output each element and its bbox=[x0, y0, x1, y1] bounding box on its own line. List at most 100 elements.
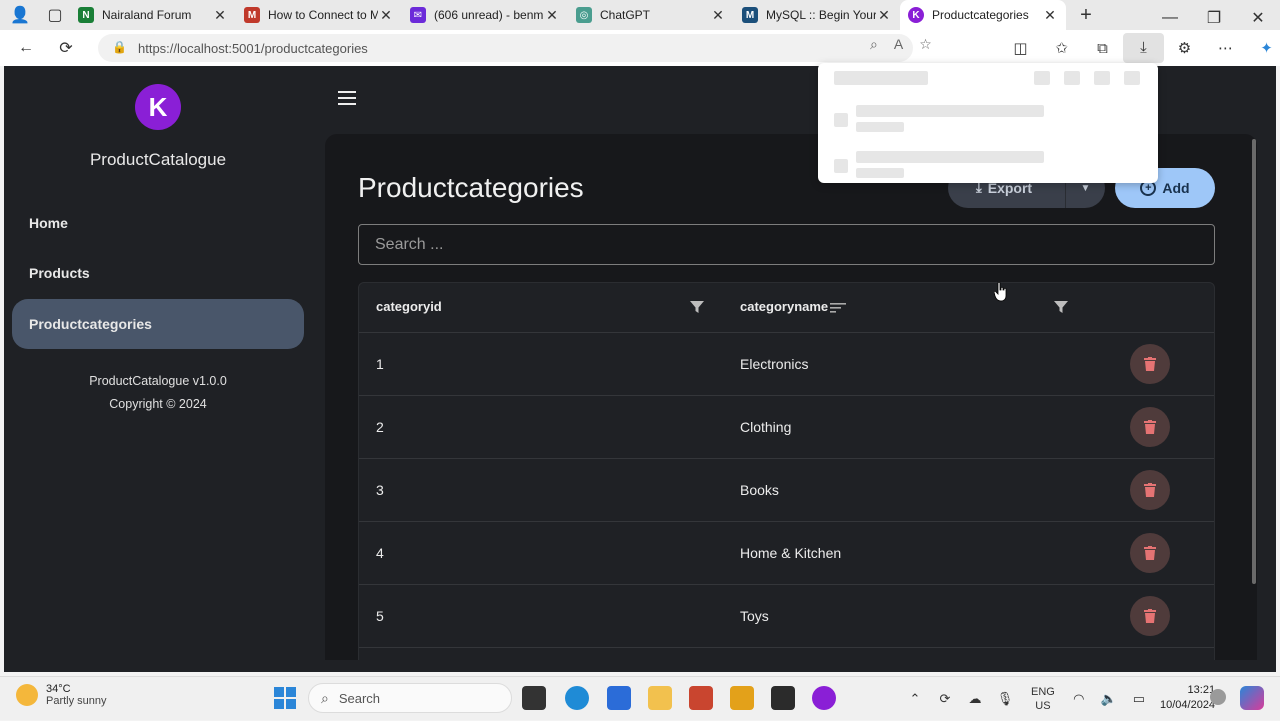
sidebar-item-productcategories[interactable]: Productcategories bbox=[12, 299, 304, 349]
copilot-icon[interactable]: ✦ bbox=[1246, 39, 1280, 57]
browser-tab[interactable]: M MySQL :: Begin Your ✕ bbox=[734, 0, 900, 30]
sublime-text-icon[interactable] bbox=[730, 686, 754, 710]
browser-tab[interactable]: ✉ (606 unread) - benm ✕ bbox=[402, 0, 568, 30]
favorite-star-icon[interactable]: ☆ bbox=[919, 36, 932, 53]
copilot-taskbar-icon[interactable] bbox=[1240, 686, 1264, 710]
page-title: Productcategories bbox=[358, 172, 584, 203]
skeleton-bar bbox=[1094, 71, 1110, 85]
column-header-label: categoryname bbox=[740, 299, 829, 314]
volume-icon[interactable]: 🔈 bbox=[1099, 691, 1119, 707]
tab-title: ChatGPT bbox=[600, 8, 651, 22]
nairaland-favicon-icon: N bbox=[78, 7, 94, 23]
new-tab-icon[interactable]: + bbox=[1066, 0, 1106, 33]
table-row: 5 Toys bbox=[359, 585, 1214, 648]
sort-icon[interactable] bbox=[830, 302, 847, 314]
browser-tabstrip: 👤 ▢ N Nairaland Forum ✕ M How to Connect… bbox=[0, 0, 1280, 30]
close-tab-icon[interactable]: ✕ bbox=[544, 7, 560, 24]
terminal-icon[interactable] bbox=[771, 686, 795, 710]
powerpoint-icon[interactable] bbox=[689, 686, 713, 710]
favorites-icon[interactable]: ✩ bbox=[1041, 39, 1082, 57]
tab-actions-icon[interactable]: ▢ bbox=[40, 0, 70, 33]
close-tab-icon[interactable]: ✕ bbox=[1042, 7, 1058, 24]
trash-icon bbox=[1144, 357, 1156, 371]
main-content: Productcategories ⤓ Export ▼ + Add categ… bbox=[325, 134, 1257, 660]
windows-taskbar: 34°C Partly sunny ⌕ Search ⌃ ⟳ ☁ 🎙 ENG U… bbox=[0, 676, 1280, 720]
downloads-icon[interactable]: ⤓ bbox=[1123, 33, 1164, 63]
trash-icon bbox=[1144, 546, 1156, 560]
profile-icon[interactable]: 👤 bbox=[0, 0, 40, 33]
sidebar-item-label: Productcategories bbox=[29, 316, 152, 332]
clock[interactable]: 13:21 10/04/2024 bbox=[1160, 683, 1215, 713]
battery-icon[interactable]: ▭ bbox=[1129, 691, 1149, 707]
table-row: 2 Clothing bbox=[359, 396, 1214, 459]
table-row: 4 Home & Kitchen bbox=[359, 522, 1214, 585]
skeleton-bar bbox=[856, 151, 1044, 163]
browser-tab-active[interactable]: K Productcategories ✕ bbox=[900, 0, 1066, 30]
windows-start-icon[interactable] bbox=[274, 687, 296, 709]
wifi-icon[interactable]: ◠ bbox=[1069, 691, 1089, 707]
close-tab-icon[interactable]: ✕ bbox=[710, 7, 726, 24]
delete-button[interactable] bbox=[1130, 533, 1170, 573]
filter-icon[interactable] bbox=[690, 300, 704, 314]
refresh-icon[interactable]: ⟳ bbox=[46, 30, 86, 66]
microphone-icon[interactable]: 🎙 bbox=[995, 691, 1015, 707]
skeleton-bar bbox=[856, 168, 904, 178]
column-header-categoryid[interactable]: categoryid bbox=[376, 299, 442, 314]
taskbar-search-label: Search bbox=[338, 690, 381, 706]
more-menu-icon[interactable]: ⋯ bbox=[1205, 39, 1246, 57]
settings-gear-icon[interactable] bbox=[1210, 689, 1226, 705]
taskbar-search[interactable]: ⌕ Search bbox=[308, 683, 512, 713]
onedrive-icon[interactable]: ☁ bbox=[965, 691, 985, 707]
mail-favicon-icon: ✉ bbox=[410, 7, 426, 23]
chevron-up-icon[interactable]: ⌃ bbox=[905, 691, 925, 707]
collections-icon[interactable]: ⧉ bbox=[1082, 40, 1123, 57]
delete-button[interactable] bbox=[1130, 596, 1170, 636]
sidebar-item-home[interactable]: Home bbox=[12, 198, 304, 248]
tab-title: Nairaland Forum bbox=[102, 8, 192, 22]
search-input[interactable] bbox=[358, 224, 1215, 265]
cell-categoryid: 1 bbox=[376, 356, 384, 372]
delete-button[interactable] bbox=[1130, 470, 1170, 510]
cell-categoryname: Toys bbox=[740, 608, 769, 624]
sidebar-item-products[interactable]: Products bbox=[12, 248, 304, 298]
close-tab-icon[interactable]: ✕ bbox=[378, 7, 394, 24]
column-header-categoryname[interactable]: categoryname bbox=[740, 299, 847, 314]
read-aloud-icon[interactable]: A bbox=[894, 36, 903, 53]
close-tab-icon[interactable]: ✕ bbox=[876, 7, 892, 24]
skeleton-bar bbox=[834, 71, 928, 85]
weather-widget[interactable]: 34°C Partly sunny bbox=[16, 683, 107, 707]
delete-button[interactable] bbox=[1130, 344, 1170, 384]
browser-tab[interactable]: ◎ ChatGPT ✕ bbox=[568, 0, 734, 30]
app-taskbar-icon[interactable] bbox=[812, 686, 836, 710]
skeleton-bar bbox=[834, 159, 848, 173]
tab-title: MySQL :: Begin Your bbox=[766, 8, 876, 22]
export-dropdown-icon[interactable]: ▼ bbox=[1066, 183, 1105, 194]
filter-icon[interactable] bbox=[1054, 300, 1068, 314]
edge-browser-icon[interactable] bbox=[565, 686, 589, 710]
data-grid: categoryid categoryname 1 Electronics 2 … bbox=[358, 282, 1215, 660]
time-text: 13:21 bbox=[1187, 684, 1216, 696]
app-name: ProductCatalogue bbox=[89, 150, 227, 169]
lang-code: ENG bbox=[1031, 686, 1055, 698]
page-scrollbar[interactable] bbox=[1252, 139, 1256, 584]
hand-cursor-icon bbox=[993, 281, 1008, 307]
sync-icon[interactable]: ⟳ bbox=[935, 691, 955, 707]
language-indicator[interactable]: ENG US bbox=[1031, 685, 1055, 713]
trash-icon bbox=[1144, 609, 1156, 623]
back-icon[interactable]: ← bbox=[6, 30, 46, 66]
close-tab-icon[interactable]: ✕ bbox=[212, 7, 228, 24]
split-screen-icon[interactable]: ◫ bbox=[1000, 39, 1041, 57]
store-icon[interactable] bbox=[607, 686, 631, 710]
file-explorer-icon[interactable] bbox=[648, 686, 672, 710]
menu-toggle-icon[interactable] bbox=[338, 90, 356, 108]
task-view-icon[interactable] bbox=[522, 686, 546, 710]
zoom-icon[interactable]: ⌕ bbox=[870, 36, 878, 53]
mysql-favicon-icon: M bbox=[742, 7, 758, 23]
browser-tab[interactable]: N Nairaland Forum ✕ bbox=[70, 0, 236, 30]
url-field[interactable]: 🔒 https://localhost:5001/productcategori… bbox=[98, 34, 913, 62]
extensions-icon[interactable]: ⚙ bbox=[1164, 39, 1205, 57]
browser-tab[interactable]: M How to Connect to M ✕ bbox=[236, 0, 402, 30]
trash-icon bbox=[1144, 483, 1156, 497]
delete-button[interactable] bbox=[1130, 407, 1170, 447]
lock-icon: 🔒 bbox=[112, 40, 127, 54]
